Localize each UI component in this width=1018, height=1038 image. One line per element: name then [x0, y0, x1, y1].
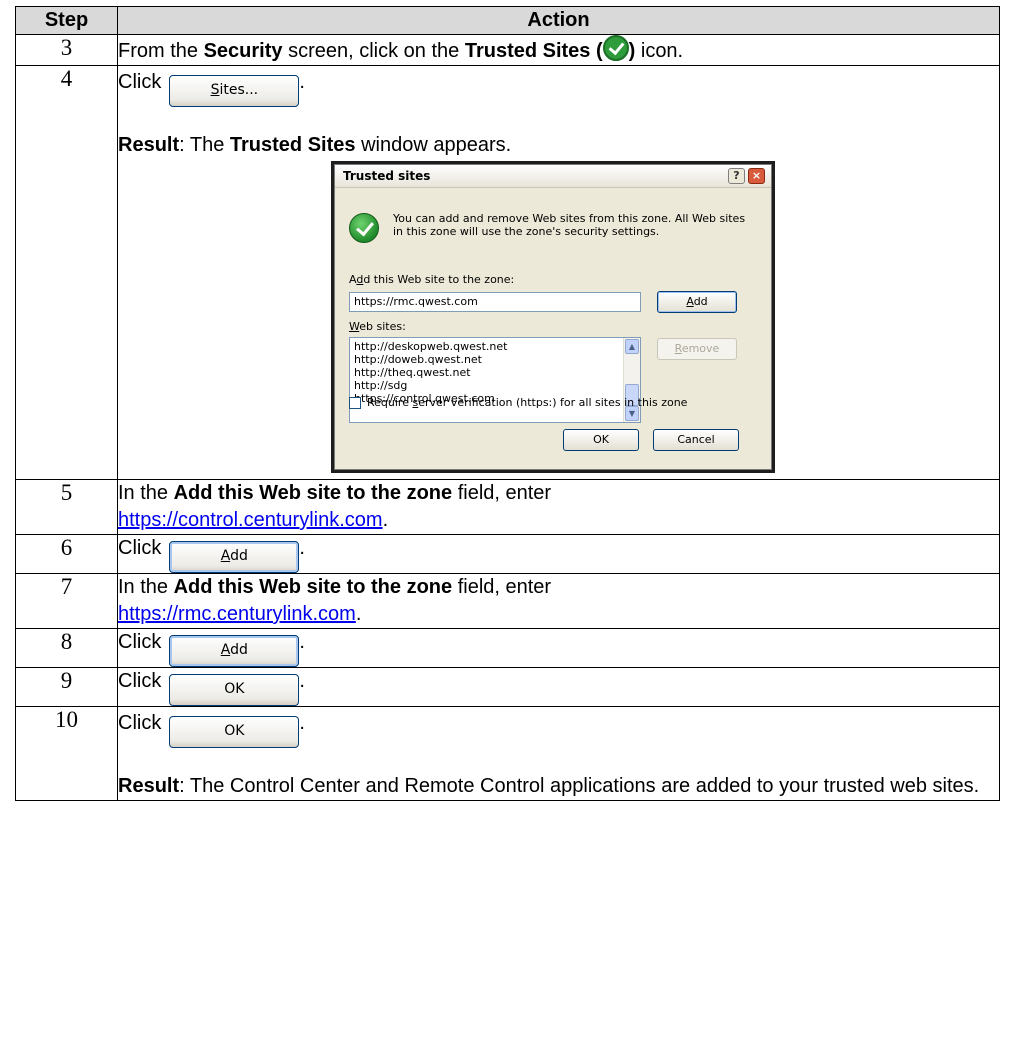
- close-icon[interactable]: ×: [748, 168, 765, 184]
- step-action: Click Sites.... Result: The Trusted Sites…: [117, 65, 1000, 480]
- require-verification-checkbox[interactable]: [349, 396, 361, 409]
- header-row: Step Action: [15, 6, 1000, 35]
- list-item[interactable]: http://sdg: [354, 379, 636, 392]
- trusted-sites-dialog: Trusted sites ? × You can add and remove…: [334, 164, 772, 470]
- ok-button[interactable]: OK: [169, 716, 300, 748]
- step-number: 7: [15, 573, 118, 629]
- ok-button[interactable]: OK: [563, 429, 639, 451]
- step-row: 5 In the Add this Web site to the zone f…: [15, 479, 1000, 535]
- dialog-titlebar: Trusted sites ? ×: [335, 165, 771, 188]
- step-number: 8: [15, 628, 118, 668]
- step-action: Click Add.: [117, 534, 1000, 574]
- ok-button[interactable]: OK: [169, 674, 300, 706]
- green-check-icon: [349, 213, 379, 243]
- list-item[interactable]: http://theq.qwest.net: [354, 366, 636, 379]
- add-site-input[interactable]: https://rmc.qwest.com: [349, 292, 641, 312]
- add-button[interactable]: Add: [169, 635, 300, 667]
- scrollbar[interactable]: ▲ ▼: [623, 338, 640, 422]
- scroll-up-icon[interactable]: ▲: [625, 339, 639, 354]
- list-item[interactable]: http://deskopweb.qwest.net: [354, 340, 636, 353]
- step-action: In the Add this Web site to the zone fie…: [117, 479, 1000, 535]
- add-site-label: Add this Web site to the zone:: [349, 273, 515, 286]
- rmc-centurylink-link[interactable]: https://rmc.centurylink.com: [118, 603, 356, 625]
- step-number: 9: [15, 667, 118, 707]
- step-row: 10 Click OK. Result: The Control Center a…: [15, 706, 1000, 801]
- cancel-button[interactable]: Cancel: [653, 429, 739, 451]
- remove-button[interactable]: Remove: [657, 338, 737, 360]
- step-row: 7 In the Add this Web site to the zone f…: [15, 573, 1000, 629]
- step-number: 6: [15, 534, 118, 574]
- add-button[interactable]: Add: [169, 541, 300, 573]
- require-verification-label: Require server verification (https:) for…: [367, 396, 688, 409]
- add-button[interactable]: Add: [657, 291, 737, 313]
- step-row: 9 Click OK.: [15, 667, 1000, 707]
- trusted-sites-check-icon: [602, 35, 629, 61]
- web-sites-label: Web sites:: [349, 320, 406, 333]
- dialog-title: Trusted sites: [343, 169, 431, 183]
- step-action: In the Add this Web site to the zone fie…: [117, 573, 1000, 629]
- step-row: 4 Click Sites.... Result: The Trusted Sit…: [15, 65, 1000, 480]
- step-action: From the Security screen, click on the T…: [117, 34, 1000, 66]
- step-action: Click Add.: [117, 628, 1000, 668]
- step-action: Click OK. Result: The Control Center and …: [117, 706, 1000, 801]
- step-number: 3: [15, 34, 118, 66]
- sites-button[interactable]: Sites...: [169, 75, 300, 107]
- header-action: Action: [117, 6, 1000, 35]
- help-icon[interactable]: ?: [728, 168, 745, 184]
- control-centurylink-link[interactable]: https://control.centurylink.com: [118, 509, 383, 531]
- dialog-message: You can add and remove Web sites from th…: [393, 212, 746, 238]
- steps-table: Step Action 3 From the Security screen, …: [15, 6, 1000, 801]
- step-row: 3 From the Security screen, click on the…: [15, 34, 1000, 66]
- require-verification-row[interactable]: Require server verification (https:) for…: [349, 396, 687, 409]
- step-row: 8 Click Add.: [15, 628, 1000, 668]
- trusted-sites-screenshot: Trusted sites ? × You can add and remove…: [331, 161, 775, 473]
- step-number: 10: [15, 706, 118, 801]
- web-sites-list[interactable]: http://deskopweb.qwest.net http://doweb.…: [349, 337, 641, 423]
- step-action: Click OK.: [117, 667, 1000, 707]
- step-row: 6 Click Add.: [15, 534, 1000, 574]
- step-number: 4: [15, 65, 118, 480]
- header-step: Step: [15, 6, 118, 35]
- list-item[interactable]: http://doweb.qwest.net: [354, 353, 636, 366]
- step-number: 5: [15, 479, 118, 535]
